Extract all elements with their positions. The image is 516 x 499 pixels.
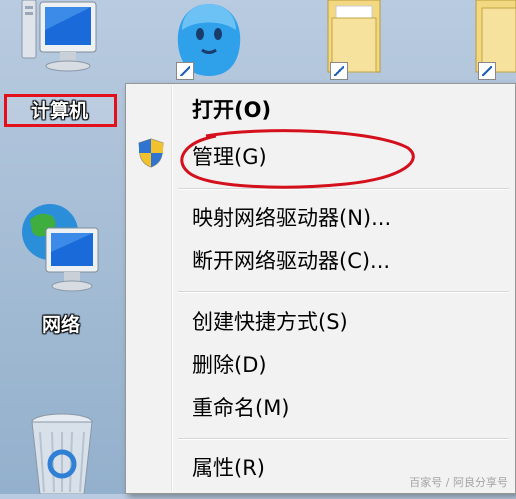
- network-icon: [22, 204, 99, 292]
- menu-item-rename[interactable]: 重命名(M): [192, 392, 290, 422]
- menu-item-open[interactable]: 打开(O): [192, 94, 271, 124]
- folder-desktop-icon[interactable]: [472, 0, 516, 82]
- shortcut-arrow-icon: [330, 62, 348, 80]
- menu-item-properties[interactable]: 属性(R): [192, 452, 265, 482]
- menu-item-create-shortcut[interactable]: 创建快捷方式(S): [192, 306, 348, 336]
- menu-item-disconnect-network-drive[interactable]: 断开网络驱动器(C)...: [192, 245, 390, 275]
- computer-label: 计算机: [31, 100, 89, 122]
- annotation-ellipse: [180, 129, 415, 189]
- qq-desktop-icon[interactable]: [172, 0, 246, 82]
- folder-desktop-icon[interactable]: [324, 0, 384, 82]
- menu-item-map-network-drive[interactable]: 映射网络驱动器(N)...: [192, 202, 391, 232]
- menu-separator: [178, 438, 509, 440]
- menu-gutter: [171, 86, 173, 491]
- network-label: 网络: [42, 314, 81, 336]
- watermark: 百家号 / 阿良分享号: [409, 476, 508, 489]
- shortcut-arrow-icon: [478, 62, 496, 80]
- shield-icon: [138, 138, 164, 168]
- menu-item-delete[interactable]: 删除(D): [192, 349, 267, 379]
- network-desktop-icon[interactable]: [16, 200, 106, 300]
- recycle-bin-icon: [31, 413, 93, 495]
- computer-desktop-icon[interactable]: [20, 0, 100, 90]
- shortcut-arrow-icon: [176, 62, 194, 80]
- desktop: 计算机 网络 打开(O) 管理(G) 映射网络驱动器(N)... 断开网络驱动器…: [0, 0, 516, 495]
- recycle-bin-desktop-icon[interactable]: [26, 412, 98, 495]
- computer-icon: [21, 0, 97, 72]
- menu-separator: [178, 291, 509, 293]
